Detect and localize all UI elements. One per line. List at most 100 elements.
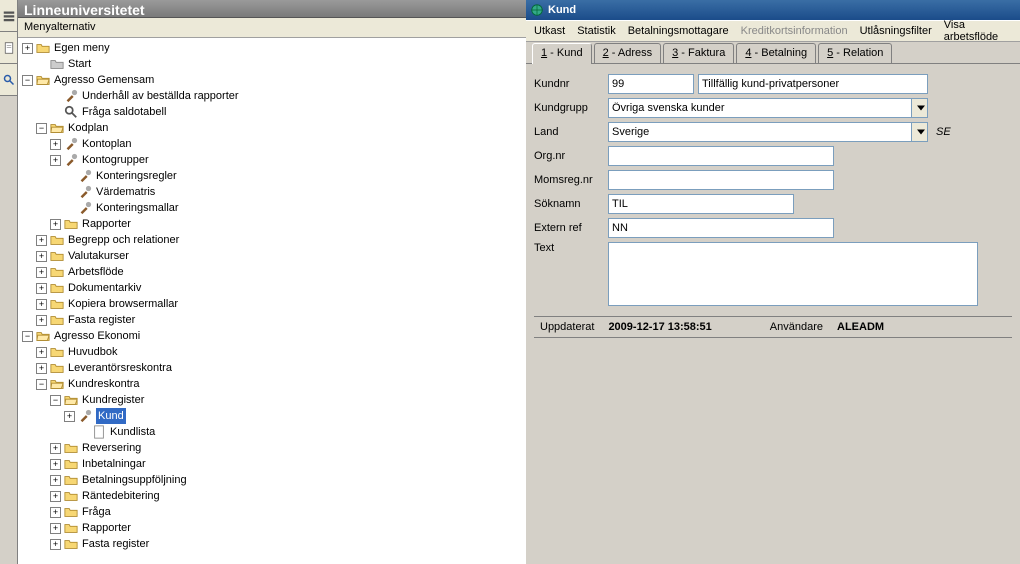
tree-item[interactable]: Betalningsuppföljning [82, 472, 187, 488]
toolbar-visa-arbetsflode[interactable]: Visa arbetsflöde [940, 17, 1016, 45]
land-code: SE [936, 126, 951, 138]
label-orgnr: Org.nr [534, 150, 608, 162]
expander-icon[interactable]: − [22, 75, 33, 86]
tree-item[interactable]: Konteringsmallar [96, 200, 179, 216]
tree-item[interactable]: Kodplan [68, 120, 108, 136]
expander-icon[interactable]: + [22, 43, 33, 54]
tree-item[interactable]: Arbetsflöde [68, 264, 124, 280]
expander-icon[interactable]: + [36, 363, 47, 374]
tree-item[interactable]: Kundregister [82, 392, 144, 408]
label-kundgrupp: Kundgrupp [534, 102, 608, 114]
tree-item[interactable]: Kontoplan [82, 136, 132, 152]
tree-item[interactable]: Värdematris [96, 184, 155, 200]
tree-item[interactable]: Agresso Ekonomi [54, 328, 140, 344]
expander-icon[interactable]: + [50, 459, 61, 470]
expander-icon[interactable]: + [36, 235, 47, 246]
tree-item[interactable]: Kundreskontra [68, 376, 140, 392]
select-kundgrupp[interactable] [608, 98, 928, 118]
chevron-down-icon[interactable] [911, 99, 927, 117]
toolbar-statistik[interactable]: Statistik [573, 23, 620, 39]
tree-item[interactable]: Fråga saldotabell [82, 104, 166, 120]
tree-item[interactable]: Kopiera browsermallar [68, 296, 178, 312]
label-momsregnr: Momsreg.nr [534, 174, 608, 186]
expander-icon[interactable]: − [22, 331, 33, 342]
select-land[interactable] [608, 122, 928, 142]
tree-item[interactable]: Agresso Gemensam [54, 72, 154, 88]
expander-icon[interactable]: + [36, 347, 47, 358]
input-momsregnr[interactable] [608, 170, 834, 190]
tree-item[interactable]: Inbetalningar [82, 456, 146, 472]
expander-icon[interactable]: + [50, 507, 61, 518]
toolbar: Utkast Statistik Betalningsmottagare Kre… [526, 20, 1020, 42]
tree-item[interactable]: Valutakurser [68, 248, 129, 264]
tree-item[interactable]: Rapporter [82, 216, 131, 232]
tree-item[interactable]: Underhåll av beställda rapporter [82, 88, 239, 104]
folder-closed-icon [64, 537, 78, 551]
expander-icon[interactable]: − [36, 123, 47, 134]
tree-item-kund[interactable]: Kund [96, 408, 126, 424]
expander-icon[interactable]: + [36, 267, 47, 278]
expander-icon[interactable]: + [36, 251, 47, 262]
tab-faktura[interactable]: 3 - Faktura [663, 43, 734, 63]
tree-item[interactable]: Dokumentarkiv [68, 280, 141, 296]
tree-item[interactable]: Fråga [82, 504, 111, 520]
menu-menyalternativ[interactable]: Menyalternativ [24, 21, 96, 33]
folder-closed-icon [50, 313, 64, 327]
tool-icon [64, 89, 78, 103]
status-row: Uppdaterat 2009-12-17 13:58:51 Användare… [534, 316, 1012, 338]
input-kundnr[interactable] [608, 74, 694, 94]
tree-item[interactable]: Räntedebitering [82, 488, 160, 504]
toolbar-utkast[interactable]: Utkast [530, 23, 569, 39]
tree-item[interactable]: Konteringsregler [96, 168, 177, 184]
side-tab-search[interactable] [0, 64, 17, 96]
tab-adress[interactable]: 2 - Adress [594, 43, 662, 63]
tree-item[interactable]: Leverantörsreskontra [68, 360, 172, 376]
expander-icon[interactable]: + [50, 491, 61, 502]
chevron-down-icon[interactable] [911, 123, 927, 141]
expander-icon[interactable]: + [36, 299, 47, 310]
tree-item[interactable]: Egen meny [54, 40, 110, 56]
label-anvandare: Användare [770, 321, 823, 333]
tab-relation[interactable]: 5 - Relation [818, 43, 892, 63]
toolbar-betalningsmottagare[interactable]: Betalningsmottagare [624, 23, 733, 39]
expander-icon[interactable]: + [50, 139, 61, 150]
tab-betalning[interactable]: 4 - Betalning [736, 43, 816, 63]
tree-item[interactable]: Kontogrupper [82, 152, 149, 168]
toolbar-utlasningsfilter[interactable]: Utlåsningsfilter [856, 23, 936, 39]
expander-icon[interactable]: − [50, 395, 61, 406]
expander-icon[interactable]: + [50, 219, 61, 230]
tab-kund[interactable]: 1 - Kund [532, 43, 592, 64]
tree-item[interactable]: Start [68, 56, 91, 72]
menu-bar[interactable]: Menyalternativ [18, 18, 526, 38]
input-soknamn[interactable] [608, 194, 794, 214]
tool-icon [78, 409, 92, 423]
side-tab-meny[interactable] [0, 0, 17, 32]
kund-window: Kund Utkast Statistik Betalningsmottagar… [526, 0, 1020, 564]
side-tab-doc[interactable] [0, 32, 17, 64]
folder-closed-icon [50, 345, 64, 359]
tree-item[interactable]: Fasta register [82, 536, 149, 552]
expander-icon[interactable]: + [50, 155, 61, 166]
label-text: Text [534, 242, 608, 254]
tree-item[interactable]: Huvudbok [68, 344, 118, 360]
expander-icon[interactable]: + [50, 475, 61, 486]
nav-tree[interactable]: + Egen meny Start − Agresso Gemensam Under… [18, 38, 526, 564]
tree-item[interactable]: Begrepp och relationer [68, 232, 179, 248]
input-externref[interactable] [608, 218, 834, 238]
tree-item[interactable]: Kundlista [110, 424, 155, 440]
folder-closed-icon [50, 297, 64, 311]
expander-icon[interactable]: + [50, 539, 61, 550]
expander-icon[interactable]: − [36, 379, 47, 390]
tree-item[interactable]: Fasta register [68, 312, 135, 328]
folder-open-icon [64, 393, 78, 407]
tree-item[interactable]: Reversering [82, 440, 141, 456]
tree-item[interactable]: Rapporter [82, 520, 131, 536]
expander-icon[interactable]: + [50, 443, 61, 454]
expander-icon[interactable]: + [36, 283, 47, 294]
expander-icon[interactable]: + [36, 315, 47, 326]
expander-icon[interactable]: + [64, 411, 75, 422]
input-kundnr-desc[interactable] [698, 74, 928, 94]
expander-icon[interactable]: + [50, 523, 61, 534]
input-orgnr[interactable] [608, 146, 834, 166]
input-text[interactable] [608, 242, 978, 306]
